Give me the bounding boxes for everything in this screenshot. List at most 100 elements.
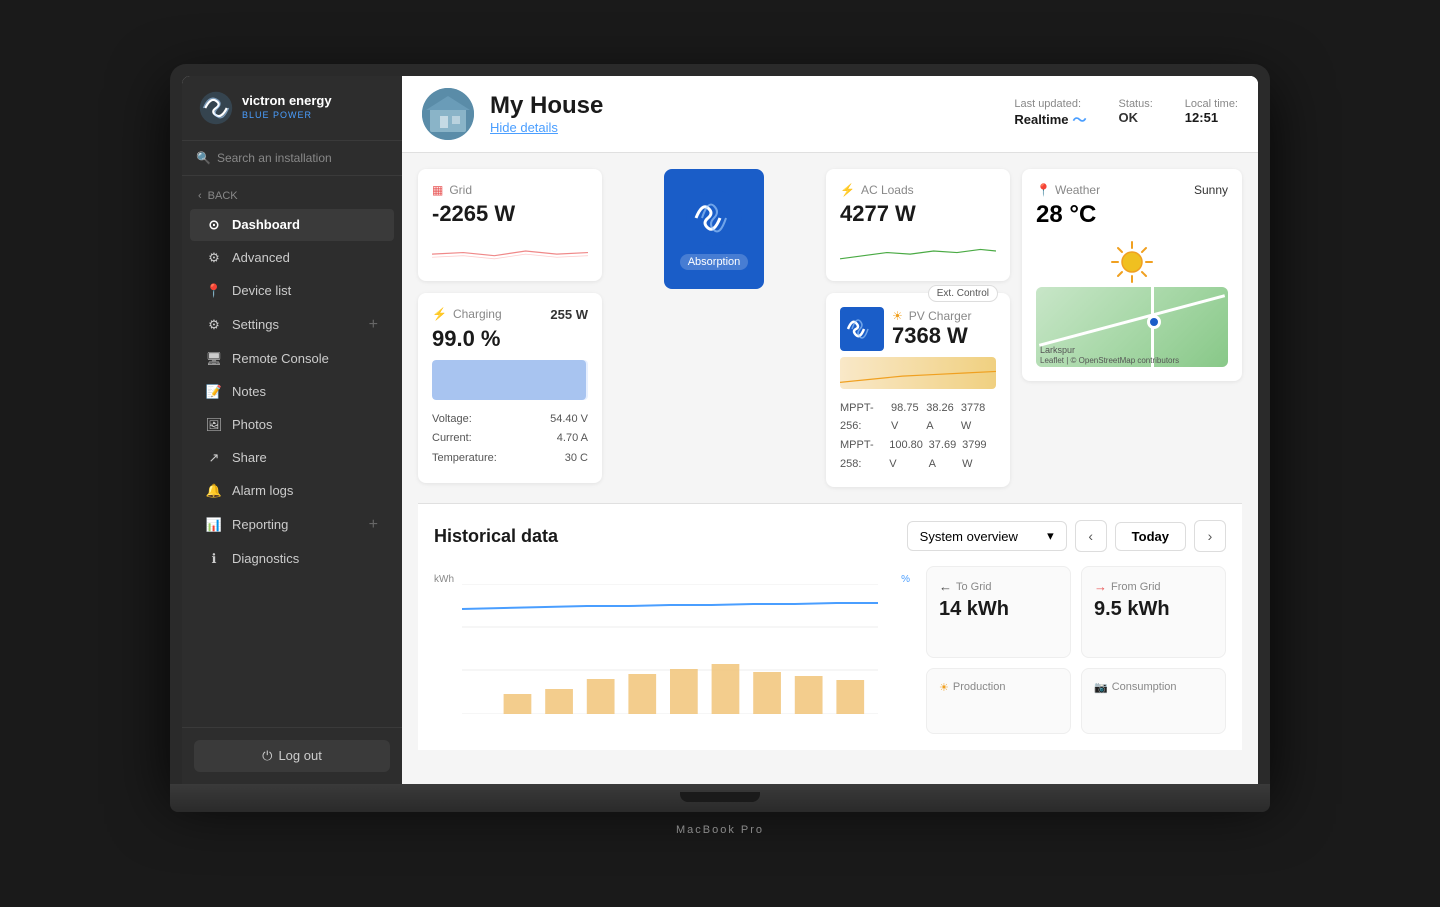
laptop-wrapper: victron energy BLUE POWER 🔍 Search an in…	[170, 64, 1270, 844]
laptop-screen: victron energy BLUE POWER 🔍 Search an in…	[182, 76, 1258, 784]
sidebar-item-device-list[interactable]: 📍 Device list	[190, 275, 394, 307]
victron-logo-icon	[198, 90, 234, 126]
battery-title: ⚡ Charging	[432, 307, 502, 321]
diagnostics-icon: ℹ	[206, 551, 222, 567]
grid-card: ▦ Grid -2265 W	[418, 169, 602, 281]
sidebar-footer: ⏻ Log out	[182, 727, 402, 784]
search-icon: 🔍	[196, 151, 211, 165]
pv-charger-card: Ext. Control ☀	[826, 293, 1010, 488]
sidebar-item-label: Remote Console	[232, 351, 329, 366]
sidebar-item-settings[interactable]: ⚙ Settings +	[190, 308, 394, 342]
prev-period-button[interactable]: ‹	[1075, 520, 1107, 552]
back-arrow-icon: ‹	[198, 190, 202, 202]
right-column: ⚡ AC Loads 4277 W	[826, 169, 1010, 488]
location-icon: 📍	[1036, 183, 1051, 197]
to-grid-value: 14 kWh	[939, 598, 1058, 621]
historical-chart-svg: 10 7.5 5	[462, 584, 878, 714]
grid-mini-chart	[432, 235, 588, 267]
production-title: ☀ Production	[939, 681, 1058, 694]
map-container: Larkspur Leaflet | © OpenStreetMap contr…	[1036, 287, 1228, 367]
battery-header: ⚡ Charging 255 W	[432, 307, 588, 322]
last-updated-label: Last updated:	[1014, 98, 1086, 110]
share-icon: ↗	[206, 450, 222, 466]
battery-card: ⚡ Charging 255 W 99.0 %	[418, 293, 602, 483]
next-period-button[interactable]: ›	[1194, 520, 1226, 552]
pv-mini-chart	[840, 357, 996, 389]
to-grid-title: ← To Grid	[939, 579, 1058, 594]
laptop-brand-label: MacBook Pro	[676, 824, 764, 836]
sidebar-item-advanced[interactable]: ⚙ Advanced	[190, 242, 394, 274]
inverter-label: Absorption	[680, 254, 749, 270]
weather-title: 📍 Weather	[1036, 183, 1100, 197]
energy-flow-grid: ▦ Grid -2265 W	[418, 169, 1242, 488]
from-grid-title: → From Grid	[1094, 579, 1213, 594]
map-placeholder: Larkspur Leaflet | © OpenStreetMap contr…	[1036, 287, 1228, 367]
production-label: Production	[953, 681, 1006, 693]
inverter-logo	[684, 188, 744, 248]
sun-icon-container	[1036, 237, 1228, 287]
battery-bar-fill	[432, 360, 586, 400]
advanced-icon: ⚙	[206, 250, 222, 266]
sidebar-item-label: Diagnostics	[232, 551, 299, 566]
notes-icon: 📝	[206, 384, 222, 400]
sidebar-search[interactable]: 🔍 Search an installation	[182, 141, 402, 176]
map-marker	[1147, 315, 1161, 329]
logo-text: victron energy BLUE POWER	[242, 93, 332, 122]
sidebar-item-dashboard[interactable]: ⊙ Dashboard	[190, 209, 394, 241]
brand-tagline: BLUE POWER	[242, 110, 332, 122]
status-meta: Status: OK	[1119, 98, 1153, 125]
reporting-icon: 📊	[206, 517, 222, 533]
sidebar-logo: victron energy BLUE POWER	[182, 76, 402, 141]
laptop-bezel: victron energy BLUE POWER 🔍 Search an in…	[170, 64, 1270, 784]
stats-grid: ← To Grid 14 kWh → From Grid	[926, 566, 1226, 734]
consumption-title: 📷 Consumption	[1094, 681, 1213, 694]
sidebar-item-alarm-logs[interactable]: 🔔 Alarm logs	[190, 475, 394, 507]
weather-condition: Sunny	[1194, 183, 1228, 197]
leaflet-credit: Leaflet | © OpenStreetMap contributors	[1040, 356, 1179, 365]
ac-loads-value: 4277 W	[840, 201, 996, 227]
grid-icon: ▦	[432, 183, 443, 197]
sidebar-nav: ‹ BACK ⊙ Dashboard ⚙ Advanced 📍 Device l…	[182, 176, 402, 727]
settings-plus-icon: +	[369, 316, 378, 334]
production-stat: ☀ Production	[926, 668, 1071, 735]
inverter-block: Absorption	[664, 169, 765, 289]
logout-button[interactable]: ⏻ Log out	[194, 740, 390, 772]
hide-details-link[interactable]: Hide details	[490, 120, 998, 135]
today-button[interactable]: Today	[1115, 522, 1186, 551]
power-icon: ⏻	[262, 748, 272, 764]
sidebar-item-diagnostics[interactable]: ℹ Diagnostics	[190, 543, 394, 575]
last-updated-meta: Last updated: Realtime 〜	[1014, 98, 1086, 130]
sun-icon	[1107, 237, 1157, 287]
sidebar-item-label: Dashboard	[232, 217, 300, 232]
from-grid-arrow-icon: →	[1094, 579, 1107, 594]
sidebar-item-notes[interactable]: 📝 Notes	[190, 376, 394, 408]
chevron-right-icon: ›	[1208, 528, 1213, 544]
historical-section: Historical data System overview ▾ ‹ Toda…	[418, 503, 1242, 750]
battery-icon: ⚡	[432, 307, 447, 321]
back-label: BACK	[208, 190, 238, 202]
from-grid-value: 9.5 kWh	[1094, 598, 1213, 621]
sidebar-item-label: Reporting	[232, 517, 288, 532]
sidebar-item-label: Notes	[232, 384, 266, 399]
inverter-column: Absorption	[614, 169, 814, 289]
sidebar-item-remote-console[interactable]: 🖥 Remote Console	[190, 343, 394, 375]
consumption-label: Consumption	[1112, 681, 1177, 693]
sidebar: victron energy BLUE POWER 🔍 Search an in…	[182, 76, 402, 784]
grid-card-value: -2265 W	[432, 201, 588, 227]
sidebar-item-photos[interactable]: 🖼 Photos	[190, 409, 394, 441]
ext-control-badge: Ext. Control	[928, 285, 998, 302]
nav-back-button[interactable]: ‹ BACK	[182, 184, 402, 208]
pv-sun-icon: ☀	[892, 309, 903, 323]
main-content: My House Hide details Last updated: Real…	[402, 76, 1258, 784]
chevron-down-icon: ▾	[1047, 528, 1054, 544]
sidebar-item-reporting[interactable]: 📊 Reporting +	[190, 508, 394, 542]
sidebar-item-share[interactable]: ↗ Share	[190, 442, 394, 474]
ac-loads-mini-chart	[840, 235, 996, 267]
from-grid-stat: → From Grid 9.5 kWh	[1081, 566, 1226, 658]
ac-icon: ⚡	[840, 183, 855, 197]
sidebar-item-label: Advanced	[232, 250, 290, 265]
historical-header: Historical data System overview ▾ ‹ Toda…	[434, 520, 1226, 552]
system-overview-dropdown[interactable]: System overview ▾	[907, 521, 1067, 551]
sidebar-item-label: Device list	[232, 283, 291, 298]
local-time-value: 12:51	[1185, 110, 1238, 125]
